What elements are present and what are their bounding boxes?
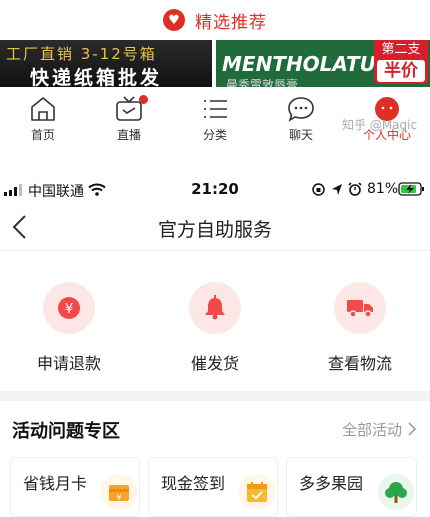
status-bar: 中国联通 21:20 81% xyxy=(0,178,430,202)
refund-label: 申请退款 xyxy=(36,354,101,373)
card-label: 多多果园 xyxy=(299,474,364,493)
svg-text:¥: ¥ xyxy=(116,493,121,502)
rotation-lock-icon xyxy=(312,183,325,196)
refund-button[interactable]: ¥ 申请退款 xyxy=(14,282,124,374)
list-icon xyxy=(204,100,227,118)
nav-label-home: 首页 xyxy=(30,128,55,142)
refund-icon: ¥ xyxy=(43,282,95,334)
card-label: 省钱月卡 xyxy=(23,474,88,493)
nav-item-live[interactable]: 直播 xyxy=(86,90,172,146)
bell-icon xyxy=(189,282,241,334)
featured-header[interactable]: ♥ 精选推荐 xyxy=(0,0,430,40)
banner-left-line1: 工厂直销 3-12号箱 xyxy=(6,45,157,63)
banner-right-brand: MENTHOLATUM xyxy=(222,52,396,76)
nav-label-chat: 聊天 xyxy=(288,128,313,142)
all-activities-link[interactable]: 全部活动 xyxy=(342,419,417,440)
nav-label-live: 直播 xyxy=(116,128,141,142)
ad-banner-right[interactable]: MENTHOLATUM 曼秀雷敦唇膏 第二支 半价 xyxy=(216,40,430,87)
home-icon xyxy=(31,97,55,121)
section-title: 活动问题专区 xyxy=(12,421,120,442)
nav-header: 官方自助服务 xyxy=(0,203,430,251)
svg-text:¥: ¥ xyxy=(65,302,73,317)
nav-item-home[interactable]: 首页 xyxy=(0,90,86,146)
truck-icon xyxy=(334,282,386,334)
card-cash-checkin[interactable]: 现金签到 xyxy=(148,457,278,517)
watermark: 知乎 @Magic xyxy=(342,118,418,132)
nav-item-category[interactable]: 分类 xyxy=(172,90,258,146)
tree-icon xyxy=(378,474,414,510)
card-orchard[interactable]: 多多果园 xyxy=(286,457,417,517)
urge-shipping-button[interactable]: 催发货 xyxy=(160,282,270,374)
view-logistics-label: 查看物流 xyxy=(327,354,392,373)
nav-label-category: 分类 xyxy=(202,128,227,142)
view-logistics-button[interactable]: 查看物流 xyxy=(305,282,415,374)
card-icon: ¥ xyxy=(101,474,137,510)
chevron-right-icon xyxy=(408,422,416,436)
alarm-icon xyxy=(348,182,362,196)
card-label: 现金签到 xyxy=(161,474,226,493)
chat-icon xyxy=(288,97,314,122)
nav-item-chat[interactable]: 聊天 xyxy=(258,90,344,146)
heart-icon: ♥ xyxy=(163,9,185,31)
page-title: 官方自助服务 xyxy=(157,219,272,241)
banner-left-line2: 快递纸箱批发 xyxy=(30,67,163,87)
tag-bottom: 半价 xyxy=(377,60,425,82)
banner-right-tag: 第二支 半价 xyxy=(374,40,428,84)
banner-right-sub: 曼秀雷敦唇膏 xyxy=(226,78,299,87)
battery-percent: 81% xyxy=(367,181,399,197)
tag-top: 第二支 xyxy=(381,42,421,57)
ad-banner-left[interactable]: 工厂直销 3-12号箱 快递纸箱批发 xyxy=(0,40,212,87)
urge-shipping-label: 催发货 xyxy=(190,354,239,373)
live-notification-dot xyxy=(139,95,148,104)
featured-label: 精选推荐 xyxy=(195,12,267,33)
battery-icon xyxy=(398,182,424,196)
calendar-icon xyxy=(239,474,275,510)
status-time: 21:20 xyxy=(191,180,239,198)
all-activities-label: 全部活动 xyxy=(342,421,403,439)
location-icon xyxy=(332,184,342,195)
card-money-saving[interactable]: 省钱月卡 ¥ xyxy=(10,457,140,517)
section-divider xyxy=(0,391,430,401)
